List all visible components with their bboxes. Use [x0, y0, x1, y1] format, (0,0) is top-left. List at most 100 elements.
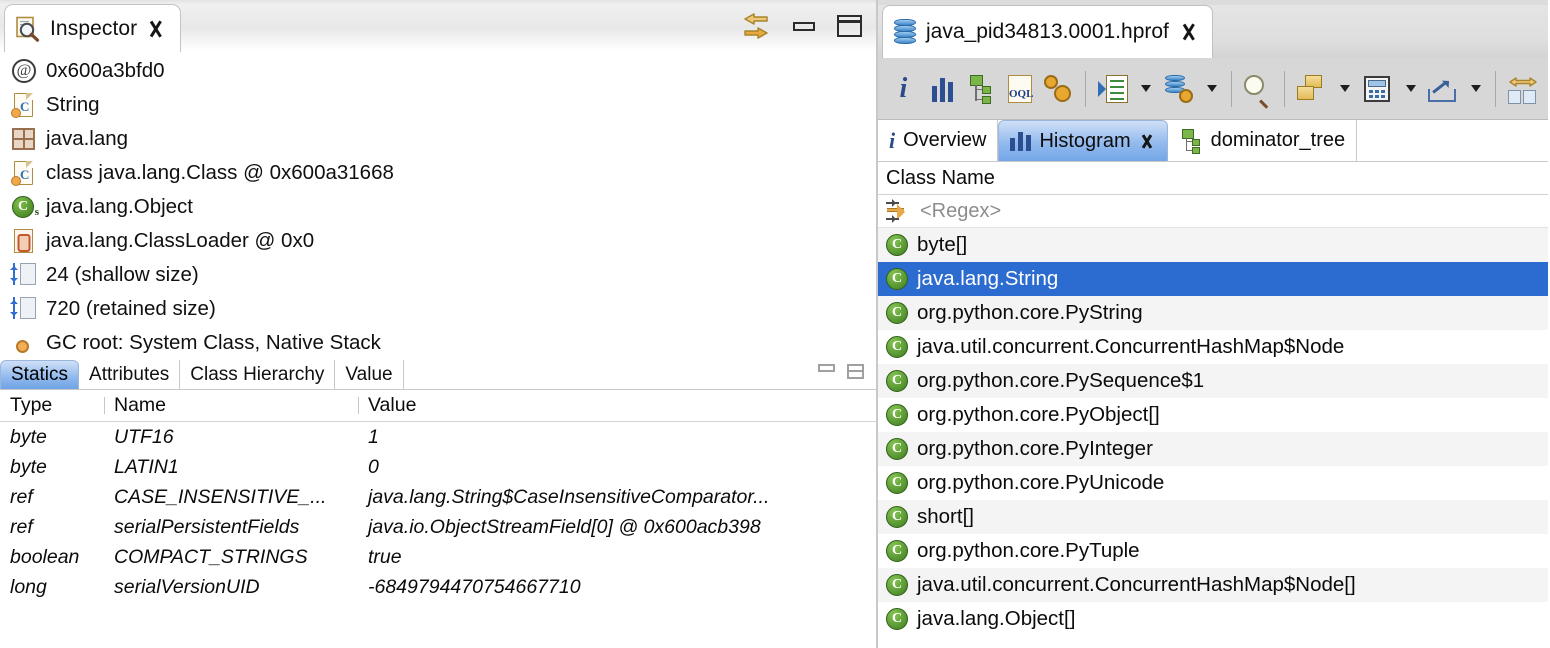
- cell-name: serialVersionUID: [104, 576, 358, 599]
- tab-class-hierarchy[interactable]: Class Hierarchy: [180, 360, 335, 389]
- export-chart-caret-icon[interactable]: [1462, 65, 1488, 113]
- close-icon[interactable]: [1179, 22, 1199, 42]
- close-icon[interactable]: [1139, 133, 1156, 150]
- heap-settings-caret-icon[interactable]: [1197, 65, 1223, 113]
- close-icon[interactable]: [146, 19, 166, 39]
- cell-name: LATIN1: [104, 456, 358, 479]
- minimize-icon[interactable]: [818, 364, 835, 372]
- list-item[interactable]: java.lang: [12, 122, 876, 156]
- table-row[interactable]: C org.python.core.PyString: [878, 296, 1548, 330]
- tab-attributes-label: Attributes: [89, 364, 169, 386]
- table-row[interactable]: C java.util.concurrent.ConcurrentHashMap…: [878, 330, 1548, 364]
- cell-type: long: [0, 576, 104, 599]
- list-item-label: class java.lang.Class @ 0x600a31668: [46, 161, 394, 185]
- overview-info-icon[interactable]: i: [884, 65, 923, 113]
- info-icon: i: [889, 128, 895, 154]
- table-row[interactable]: C java.util.concurrent.ConcurrentHashMap…: [878, 568, 1548, 602]
- table-row[interactable]: C byte[]: [878, 228, 1548, 262]
- tab-overview[interactable]: i Overview: [878, 120, 998, 161]
- table-row[interactable]: byte UTF16 1: [0, 422, 876, 452]
- class-name-label: java.util.concurrent.ConcurrentHashMap$N…: [917, 573, 1356, 597]
- class-name-filter-row[interactable]: <Regex>: [878, 195, 1548, 228]
- class-icon: C: [886, 268, 908, 290]
- class-file-icon: C: [12, 92, 36, 118]
- column-header-name[interactable]: Name: [104, 394, 358, 417]
- inspector-detail-section: Statics Attributes Class Hierarchy Value…: [0, 360, 876, 648]
- class-name-label: byte[]: [917, 233, 967, 257]
- gears-icon[interactable]: [1039, 65, 1078, 113]
- table-row[interactable]: ref serialPersistentFields java.io.Objec…: [0, 512, 876, 542]
- sync-arrows-icon[interactable]: [741, 10, 771, 42]
- column-header-type[interactable]: Type: [0, 394, 104, 417]
- minimize-icon[interactable]: [793, 22, 815, 31]
- table-row[interactable]: ref CASE_INSENSITIVE_... java.lang.Strin…: [0, 482, 876, 512]
- tab-inspector-label: Inspector: [50, 17, 137, 41]
- class-name-label: org.python.core.PyObject[]: [917, 403, 1160, 427]
- dominator-tree-icon: [1179, 129, 1203, 153]
- table-row[interactable]: boolean COMPACT_STRINGS true: [0, 542, 876, 572]
- tab-heap-dump-label: java_pid34813.0001.hprof: [926, 20, 1169, 44]
- regex-filter-input[interactable]: <Regex>: [920, 200, 1001, 223]
- cell-type: boolean: [0, 546, 104, 569]
- calculator-icon[interactable]: [1358, 65, 1397, 113]
- list-item[interactable]: 24 (shallow size): [12, 258, 876, 292]
- histogram-icon[interactable]: [923, 65, 962, 113]
- cell-type: byte: [0, 426, 104, 449]
- list-item-label: String: [46, 93, 100, 117]
- compare-panels-icon[interactable]: [1503, 65, 1542, 113]
- mat-heap-analyzer-window: Inspector @ 0x600a3bfd0: [0, 0, 1550, 648]
- list-item-label: 720 (retained size): [46, 297, 216, 321]
- column-header-value[interactable]: Value: [358, 394, 876, 417]
- tab-statics[interactable]: Statics: [0, 360, 79, 389]
- cell-name: serialPersistentFields: [104, 516, 358, 539]
- table-row[interactable]: byte LATIN1 0: [0, 452, 876, 482]
- restore-icon[interactable]: [847, 364, 864, 379]
- inspector-window-buttons: [741, 10, 862, 42]
- gc-root-icon: [12, 330, 36, 356]
- list-item[interactable]: C String: [12, 88, 876, 122]
- search-icon[interactable]: [1239, 65, 1278, 113]
- list-item[interactable]: @ 0x600a3bfd0: [12, 54, 876, 88]
- dominator-tree-icon[interactable]: [962, 65, 1001, 113]
- inspector-magnifier-icon: [15, 16, 41, 42]
- class-icon: C: [886, 404, 908, 426]
- table-row[interactable]: long serialVersionUID -68497944707546677…: [0, 572, 876, 602]
- calculator-caret-icon[interactable]: [1397, 65, 1423, 113]
- class-name-label: org.python.core.PyUnicode: [917, 471, 1164, 495]
- superclass-icon: Cs: [12, 194, 36, 220]
- tab-attributes[interactable]: Attributes: [79, 360, 180, 389]
- list-item[interactable]: C class java.lang.Class @ 0x600a31668: [12, 156, 876, 190]
- table-row[interactable]: C java.lang.String: [878, 262, 1548, 296]
- list-item[interactable]: Cs java.lang.Object: [12, 190, 876, 224]
- tab-inspector[interactable]: Inspector: [4, 4, 181, 52]
- run-query-icon[interactable]: [1093, 65, 1132, 113]
- tab-value[interactable]: Value: [335, 360, 403, 389]
- table-row[interactable]: C java.lang.Object[]: [878, 602, 1548, 636]
- heap-settings-icon[interactable]: [1158, 65, 1197, 113]
- cell-name: UTF16: [104, 426, 358, 449]
- class-icon: C: [886, 438, 908, 460]
- table-row[interactable]: C short[]: [878, 500, 1548, 534]
- tab-histogram[interactable]: Histogram: [998, 120, 1167, 161]
- tab-dominator-tree[interactable]: dominator_tree: [1168, 120, 1358, 161]
- tab-heap-dump-file[interactable]: java_pid34813.0001.hprof: [882, 5, 1213, 58]
- list-item[interactable]: 720 (retained size): [12, 292, 876, 326]
- table-row[interactable]: C org.python.core.PyObject[]: [878, 398, 1548, 432]
- group-by-icon[interactable]: [1292, 65, 1331, 113]
- column-header-class-name[interactable]: Class Name: [878, 162, 1548, 195]
- maximize-icon[interactable]: [837, 15, 862, 37]
- tab-statics-label: Statics: [11, 364, 68, 386]
- list-item[interactable]: java.lang.ClassLoader @ 0x0: [12, 224, 876, 258]
- list-item[interactable]: GC root: System Class, Native Stack: [12, 326, 876, 360]
- run-query-caret-icon[interactable]: [1132, 65, 1158, 113]
- table-row[interactable]: C org.python.core.PyInteger: [878, 432, 1548, 466]
- table-row[interactable]: C org.python.core.PyTuple: [878, 534, 1548, 568]
- oql-icon[interactable]: OQL: [1001, 65, 1040, 113]
- detail-window-buttons: [818, 364, 864, 379]
- export-chart-icon[interactable]: [1423, 65, 1462, 113]
- group-by-caret-icon[interactable]: [1331, 65, 1357, 113]
- toolbar-separator: [1231, 71, 1232, 107]
- table-row[interactable]: C org.python.core.PySequence$1: [878, 364, 1548, 398]
- class-icon: C: [886, 540, 908, 562]
- table-row[interactable]: C org.python.core.PyUnicode: [878, 466, 1548, 500]
